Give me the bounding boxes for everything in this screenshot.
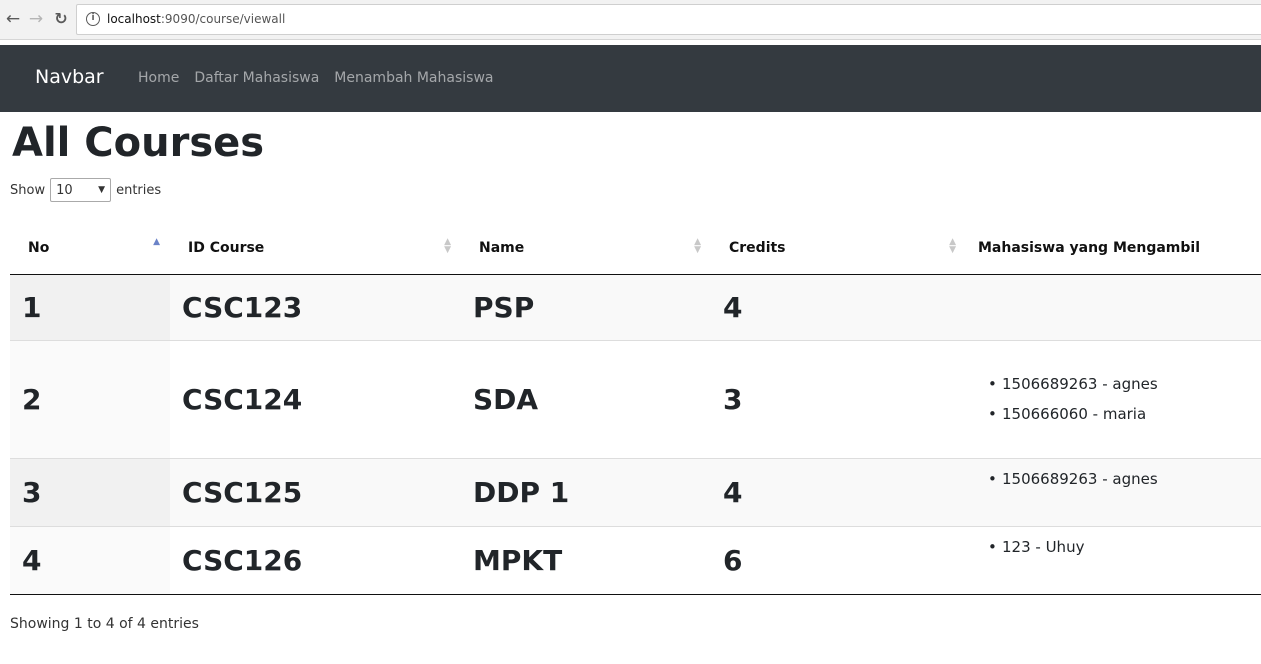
sort-asc-icon: ▲▼: [153, 237, 160, 247]
student-list: 1506689263 - agnes 150666060 - maria: [978, 374, 1249, 424]
cell-students: 1506689263 - agnes: [966, 457, 1261, 526]
table-row: 4 CSC126 MPKT 6 123 - Uhuy: [10, 525, 1261, 595]
cell-credits: 3: [711, 339, 966, 458]
cell-id-course: CSC123: [170, 274, 461, 340]
cell-no: 4: [10, 525, 170, 595]
cell-id-course: CSC126: [170, 525, 461, 595]
table-info: Showing 1 to 4 of 4 entries: [10, 616, 199, 632]
table-row: 3 CSC125 DDP 1 4 1506689263 - agnes: [10, 457, 1261, 526]
sort-icon: ▲ ▼: [444, 237, 451, 255]
show-label: Show: [10, 182, 46, 198]
column-header-name[interactable]: Name ▲ ▼: [461, 222, 711, 275]
column-header-no[interactable]: No▲▼: [10, 222, 170, 275]
navbar-brand[interactable]: Navbar: [35, 66, 104, 88]
caret-down-icon: ▼: [98, 185, 106, 195]
nav-link-menambah-mahasiswa[interactable]: Menambah Mahasiswa: [334, 70, 493, 86]
cell-credits: 4: [711, 274, 966, 340]
browser-toolbar: ← → ↻ i localhost:9090/course/viewall: [0, 0, 1261, 40]
navbar: Navbar Home Daftar Mahasiswa Menambah Ma…: [0, 45, 1261, 112]
entries-select-value: 10: [56, 182, 73, 198]
cell-no: 2: [10, 339, 170, 458]
cell-credits: 6: [711, 525, 966, 595]
table-header-row: No▲▼ ID Course▲▼ Name▲▼ Credits▲▼ Mahasi…: [10, 222, 1261, 275]
table-row: 1 CSC123 PSP 4: [10, 274, 1261, 340]
forward-arrow-icon[interactable]: →: [25, 8, 47, 30]
entries-label: entries: [116, 182, 162, 198]
back-arrow-icon[interactable]: ←: [2, 8, 24, 30]
navbar-links: Home Daftar Mahasiswa Menambah Mahasiswa: [138, 70, 493, 86]
sort-icon: ▲ ▼: [694, 237, 701, 255]
sort-icon: ▲ ▼: [949, 237, 956, 255]
student-item: 150666060 - maria: [988, 404, 1249, 424]
url-text[interactable]: localhost:9090/course/viewall: [107, 12, 285, 26]
cell-students: 123 - Uhuy: [966, 525, 1261, 595]
courses-table: No▲▼ ID Course▲▼ Name▲▼ Credits▲▼ Mahasi…: [10, 222, 1261, 595]
reload-icon[interactable]: ↻: [50, 8, 72, 30]
cell-name: PSP: [461, 274, 711, 340]
cell-credits: 4: [711, 457, 966, 526]
page-title: All Courses: [12, 120, 265, 166]
column-header-credits[interactable]: Credits ▲ ▼: [711, 222, 966, 275]
cell-id-course: CSC125: [170, 457, 461, 526]
address-bar[interactable]: i localhost:9090/course/viewall: [76, 4, 1261, 35]
column-header-mahasiswa[interactable]: Mahasiswa yang Mengambil: [966, 222, 1261, 275]
info-icon[interactable]: i: [86, 12, 100, 26]
nav-link-home[interactable]: Home: [138, 70, 179, 86]
student-item: 1506689263 - agnes: [988, 374, 1249, 394]
cell-no: 3: [10, 457, 170, 526]
cell-name: SDA: [461, 339, 711, 458]
cell-students: [966, 274, 1261, 340]
student-item: 1506689263 - agnes: [988, 469, 1249, 489]
cell-id-course: CSC124: [170, 339, 461, 458]
entries-length-control: Show 10 ▼ entries: [10, 178, 161, 202]
entries-select[interactable]: 10 ▼: [50, 178, 112, 202]
cell-students: 1506689263 - agnes 150666060 - maria: [966, 339, 1261, 458]
column-header-id-course[interactable]: ID Course ▲ ▼: [170, 222, 461, 275]
cell-name: MPKT: [461, 525, 711, 595]
student-list: 1506689263 - agnes: [978, 469, 1249, 489]
nav-link-daftar-mahasiswa[interactable]: Daftar Mahasiswa: [194, 70, 319, 86]
table-row: 2 CSC124 SDA 3 1506689263 - agnes 150666…: [10, 339, 1261, 458]
student-list: 123 - Uhuy: [978, 537, 1249, 557]
student-item: 123 - Uhuy: [988, 537, 1249, 557]
cell-no: 1: [10, 274, 170, 340]
cell-name: DDP 1: [461, 457, 711, 526]
